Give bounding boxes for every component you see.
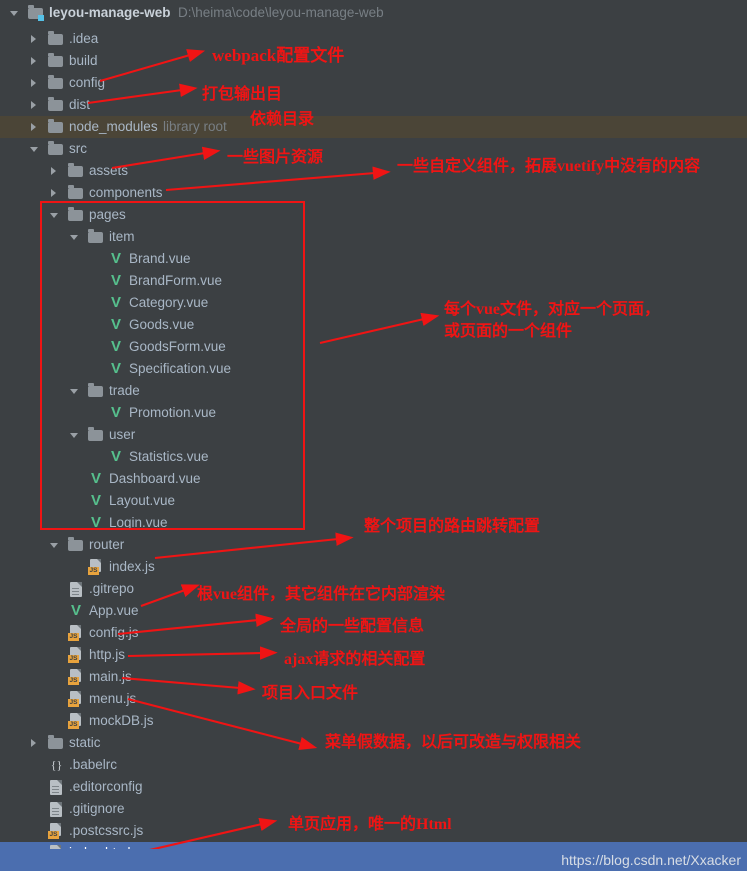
annotation-components: 一些自定义组件，拓展vuetify中没有的内容: [397, 158, 701, 175]
project-explorer-screenshot: leyou-manage-web D:\heima\code\leyou-mana…: [0, 0, 747, 871]
tree-row[interactable]: config: [0, 72, 747, 94]
tree-row-root[interactable]: leyou-manage-web D:\heima\code\leyou-mana…: [0, 2, 747, 24]
folder-icon: [48, 735, 63, 749]
tree-row[interactable]: .idea: [0, 28, 747, 50]
tree-item-label: index.js: [109, 559, 155, 574]
tree-row[interactable]: JS menu.js: [0, 688, 747, 710]
chevron-down-icon[interactable]: [10, 2, 20, 24]
tree-item-label: App.vue: [89, 603, 139, 618]
tree-item-label: .gitignore: [69, 801, 125, 816]
tree-item-label: build: [69, 53, 98, 68]
js-file-icon: JS: [68, 647, 84, 663]
tree-item-label: .babelrc: [69, 757, 118, 772]
js-file-icon: JS: [88, 559, 104, 575]
tree-row[interactable]: JS mockDB.js: [0, 710, 747, 732]
chevron-right-icon[interactable]: [30, 94, 40, 116]
tree-row[interactable]: {} .babelrc: [0, 754, 747, 776]
tree-item-label: config.js: [89, 625, 139, 640]
folder-icon: [68, 537, 83, 551]
chevron-right-icon[interactable]: [30, 28, 40, 50]
tree-item-label: node_modules: [69, 119, 158, 134]
chevron-right-icon[interactable]: [30, 72, 40, 94]
chevron-right-icon[interactable]: [30, 50, 40, 72]
annotation-main: 项目入口文件: [262, 685, 359, 702]
folder-icon: [48, 75, 63, 89]
tree-item-label: menu.js: [89, 691, 137, 706]
annotation-config: 全局的一些配置信息: [280, 618, 425, 635]
file-icon: [70, 582, 82, 597]
annotation-menu: 菜单假数据，以后可改造与权限相关: [325, 734, 582, 751]
tree-row[interactable]: router: [0, 534, 747, 556]
watermark-url: https://blog.csdn.net/Xxacker: [561, 852, 741, 868]
vue-file-icon: V: [70, 602, 81, 619]
tree-item-label: .idea: [69, 31, 99, 46]
annotation-router: 整个项目的路由跳转配置: [364, 518, 541, 535]
tree-row[interactable]: .editorconfig: [0, 776, 747, 798]
tree-item-label: config: [69, 75, 106, 90]
annotation-nodemodules: 依赖目录: [250, 111, 315, 128]
annotation-indexhtml: 单页应用，唯一的Html: [288, 816, 452, 833]
project-path-label: D:\heima\code\leyou-manage-web: [178, 5, 384, 20]
chevron-down-icon[interactable]: [30, 138, 40, 160]
js-file-icon: JS: [48, 823, 64, 839]
tree-row[interactable]: dist: [0, 94, 747, 116]
tree-item-label: .postcssrc.js: [69, 823, 144, 838]
tree-item-label: main.js: [89, 669, 132, 684]
file-icon: [50, 802, 62, 817]
babel-file-icon: {}: [50, 758, 63, 772]
folder-icon: [48, 53, 63, 67]
pages-highlight-box: [40, 201, 305, 530]
tree-row[interactable]: node_modules library root: [0, 116, 747, 138]
chevron-right-icon[interactable]: [30, 116, 40, 138]
chevron-right-icon[interactable]: [30, 732, 40, 754]
js-file-icon: JS: [68, 691, 84, 707]
file-icon: [50, 780, 62, 795]
tree-row[interactable]: build: [0, 50, 747, 72]
tree-item-label: router: [89, 537, 125, 552]
chevron-down-icon[interactable]: [50, 534, 60, 556]
folder-icon: [48, 141, 63, 155]
tree-item-label: static: [69, 735, 101, 750]
folder-icon: [68, 163, 83, 177]
tree-row[interactable]: JS index.js: [0, 556, 747, 578]
annotation-assets: 一些图片资源: [227, 149, 324, 166]
annotation-pages2: 或页面的一个组件: [444, 323, 573, 340]
tree-item-label: http.js: [89, 647, 126, 662]
tree-item-label: assets: [89, 163, 129, 178]
chevron-right-icon[interactable]: [50, 160, 60, 182]
tree-item-label: .editorconfig: [69, 779, 143, 794]
bottom-status-bar: https://blog.csdn.net/Xxacker: [0, 849, 747, 871]
annotation-http: ajax请求的相关配置: [284, 651, 426, 668]
tree-item-label: mockDB.js: [89, 713, 154, 728]
js-file-icon: JS: [68, 713, 84, 729]
js-file-icon: JS: [68, 669, 84, 685]
annotation-webpack: webpack配置文件: [212, 46, 345, 65]
tree-item-label: .gitrepo: [89, 581, 135, 596]
annotation-dist: 打包输出目: [202, 86, 283, 103]
js-file-icon: JS: [68, 625, 84, 641]
tree-item-label: dist: [69, 97, 91, 112]
module-folder-icon: [28, 5, 44, 21]
tree-item-label: src: [69, 141, 87, 156]
folder-icon: [48, 119, 63, 133]
folder-icon: [68, 185, 83, 199]
tree-item-label: leyou-manage-web: [49, 5, 171, 20]
folder-icon: [48, 31, 63, 45]
annotation-appvue: 根vue组件，其它组件在它内部渲染: [197, 586, 446, 603]
library-root-tag: library root: [163, 119, 227, 134]
annotation-pages1: 每个vue文件，对应一个页面，: [444, 301, 661, 318]
folder-icon: [48, 97, 63, 111]
